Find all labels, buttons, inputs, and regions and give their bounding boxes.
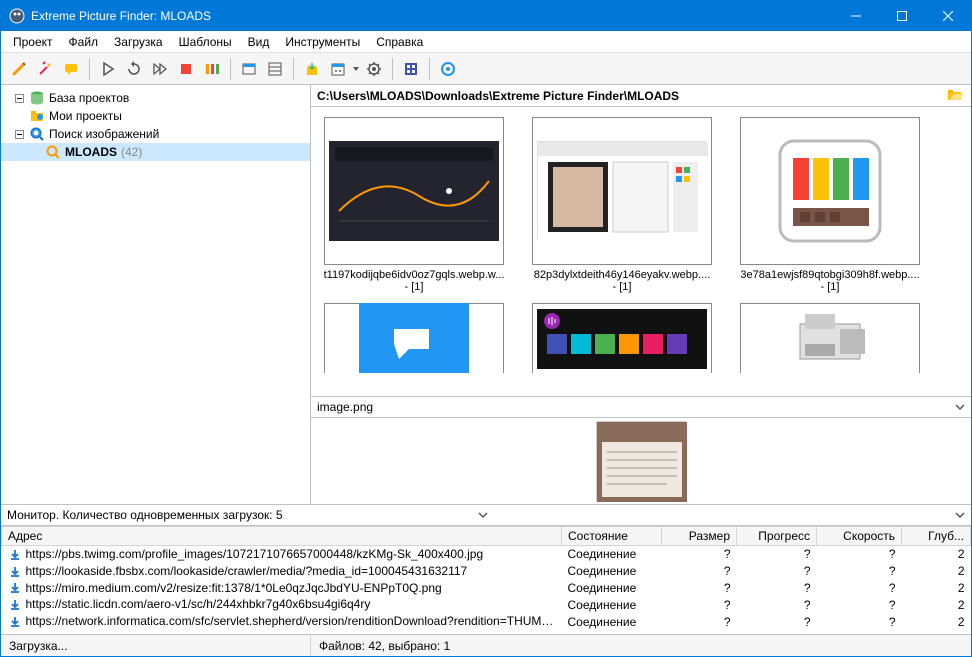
import-icon[interactable] (300, 57, 324, 81)
statusbar: Загрузка... Файлов: 42, выбрано: 1 (1, 634, 971, 656)
chevron-down-icon[interactable] (478, 510, 488, 520)
maximize-button[interactable] (879, 1, 925, 31)
col-address[interactable]: Адрес (2, 527, 562, 546)
separator (89, 58, 90, 80)
menu-download[interactable]: Загрузка (106, 33, 171, 51)
chevron-down-icon[interactable] (955, 510, 965, 520)
download-icon (8, 548, 22, 562)
monitor-title: Монитор. Количество одновременных загруз… (7, 508, 474, 522)
close-button[interactable] (925, 1, 971, 31)
thumbnail-item[interactable]: 82p3dylxtdeith46y146eyakv.webp.... - [1] (527, 117, 717, 293)
status-left: Загрузка... (1, 635, 311, 656)
table-row[interactable]: https://miro.medium.com/v2/resize:fit:13… (2, 580, 971, 597)
download-icon (8, 598, 22, 612)
preview-pane (311, 418, 971, 504)
path-bar: C:\Users\MLOADS\Downloads\Extreme Pictur… (311, 85, 971, 107)
separator (230, 58, 231, 80)
menu-help[interactable]: Справка (368, 33, 431, 51)
help-icon[interactable] (436, 57, 460, 81)
col-speed[interactable]: Скорость (817, 527, 902, 546)
preview-filename: image.png (317, 400, 955, 414)
collapse-icon[interactable] (13, 92, 25, 104)
col-progress[interactable]: Прогресс (737, 527, 817, 546)
app-icon (9, 8, 25, 24)
gallery-icon[interactable] (399, 57, 423, 81)
table-row[interactable]: https://network.informatica.com/sfc/serv… (2, 613, 971, 630)
thumbnail-index: - [1] (405, 281, 424, 293)
minimize-button[interactable] (833, 1, 879, 31)
search-icon (29, 126, 45, 142)
tree-label: База проектов (49, 91, 129, 105)
menubar: Проект Файл Загрузка Шаблоны Вид Инструм… (1, 31, 971, 53)
gear-icon[interactable] (362, 57, 386, 81)
separator (392, 58, 393, 80)
menu-view[interactable]: Вид (240, 33, 278, 51)
database-icon (29, 90, 45, 106)
thumbnail-item[interactable]: t1197kodijqbe6idv0oz7gqls.webp.w... - [1… (319, 117, 509, 293)
fast-forward-icon[interactable] (148, 57, 172, 81)
separator (429, 58, 430, 80)
play-icon[interactable] (96, 57, 120, 81)
tree-my-projects[interactable]: Мои проекты (1, 107, 310, 125)
download-icon (8, 565, 22, 579)
table-row[interactable]: https://lookaside.fbsbx.com/lookaside/cr… (2, 563, 971, 580)
thumbnail-item[interactable] (319, 303, 509, 373)
thumbnail-index: - [1] (821, 281, 840, 293)
folder-icon (29, 108, 45, 124)
table-row[interactable]: https://pbs.twimg.com/profile_images/107… (2, 546, 971, 563)
comment-icon[interactable] (59, 57, 83, 81)
monitor-header: Монитор. Количество одновременных загруз… (1, 504, 971, 526)
window-title: Extreme Picture Finder: MLOADS (31, 9, 833, 23)
download-icon (8, 581, 22, 595)
tree-project-name: MLOADS (65, 145, 117, 159)
thumbnail-filename: t1197kodijqbe6idv0oz7gqls.webp.w... (324, 269, 505, 281)
chevron-down-icon[interactable] (955, 402, 965, 412)
tree-project-mloads[interactable]: MLOADS (42) (1, 143, 310, 161)
col-size[interactable]: Размер (662, 527, 737, 546)
wizard-icon[interactable] (33, 57, 57, 81)
separator (293, 58, 294, 80)
menu-file[interactable]: Файл (61, 33, 107, 51)
table-row[interactable]: https://static.licdn.com/aero-v1/sc/h/24… (2, 596, 971, 613)
stop-icon[interactable] (174, 57, 198, 81)
thumbnail-item[interactable] (735, 303, 925, 373)
new-project-icon[interactable] (7, 57, 31, 81)
col-depth[interactable]: Глуб... (902, 527, 971, 546)
browser-icon[interactable] (237, 57, 261, 81)
folder-path: C:\Users\MLOADS\Downloads\Extreme Pictur… (317, 89, 947, 103)
thumbnail-filename: 3e78a1ewjsf89qtobgi309h8f.webp.... (740, 269, 919, 281)
tree-project-count: (42) (121, 145, 142, 159)
properties-icon[interactable] (263, 57, 287, 81)
thumbnail-grid[interactable]: t1197kodijqbe6idv0oz7gqls.webp.w... - [1… (311, 107, 971, 396)
preview-header: image.png (311, 396, 971, 418)
dropdown-arrow-icon[interactable] (352, 67, 360, 71)
thumbnail-item[interactable] (527, 303, 717, 373)
open-folder-icon[interactable] (947, 87, 965, 105)
menu-tools[interactable]: Инструменты (277, 33, 368, 51)
tree-label: Поиск изображений (49, 127, 159, 141)
magnifier-icon (45, 144, 61, 160)
collapse-icon[interactable] (13, 128, 25, 140)
thumbnail-item[interactable]: 3e78a1ewjsf89qtobgi309h8f.webp.... - [1] (735, 117, 925, 293)
tree-image-search[interactable]: Поиск изображений (1, 125, 310, 143)
thumbnail-filename: 82p3dylxtdeith46y146eyakv.webp.... (534, 269, 711, 281)
pause-icon[interactable] (200, 57, 224, 81)
download-icon (8, 615, 22, 629)
toolbar (1, 53, 971, 85)
titlebar: Extreme Picture Finder: MLOADS (1, 1, 971, 31)
thumbnail-index: - [1] (613, 281, 632, 293)
calendar-icon[interactable] (326, 57, 350, 81)
menu-templates[interactable]: Шаблоны (171, 33, 240, 51)
tree-label: Мои проекты (49, 109, 122, 123)
refresh-icon[interactable] (122, 57, 146, 81)
tree-database[interactable]: База проектов (1, 89, 310, 107)
col-state[interactable]: Состояние (562, 527, 662, 546)
menu-project[interactable]: Проект (5, 33, 61, 51)
status-files: Файлов: 42, выбрано: 1 (311, 635, 971, 656)
preview-image (596, 421, 686, 501)
project-tree: База проектов Мои проекты Поиск изображе… (1, 85, 311, 504)
downloads-table[interactable]: Адрес Состояние Размер Прогресс Скорость… (1, 526, 971, 634)
